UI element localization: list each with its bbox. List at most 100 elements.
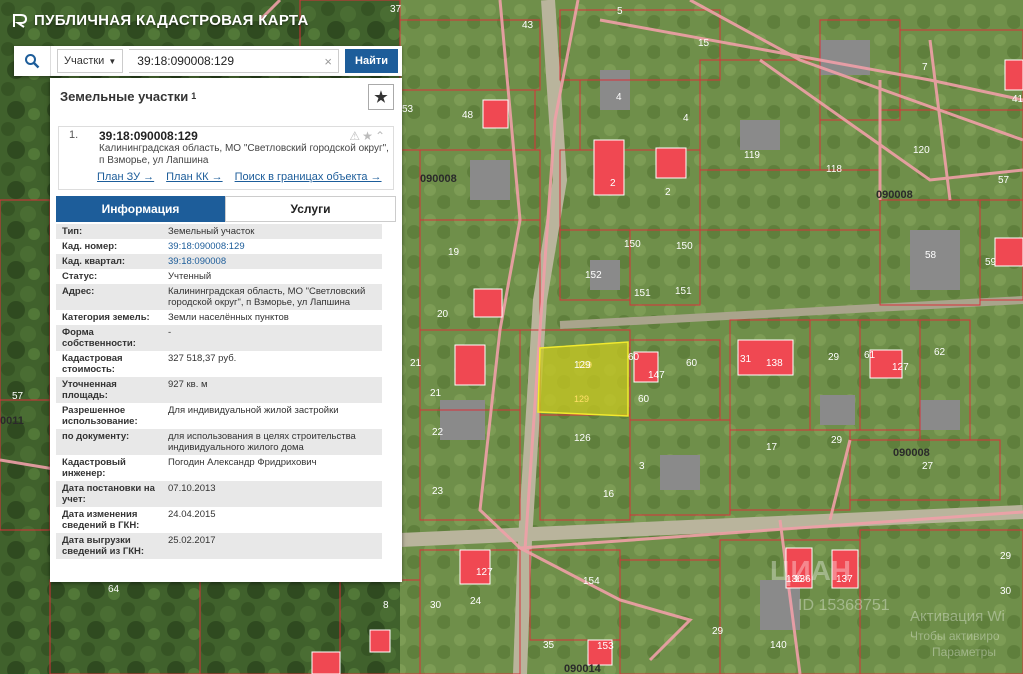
attribute-value: 927 кв. м <box>168 379 208 390</box>
attribute-key: Адрес: <box>62 286 95 297</box>
result-links: План ЗУ → План КК → Поиск в границах объ… <box>63 171 389 183</box>
parcel-label: 126 <box>574 433 591 444</box>
parcel-label: 140 <box>770 640 787 651</box>
app-title: ПУБЛИЧНАЯ КАДАСТРОВАЯ КАРТА <box>34 12 309 29</box>
plan-kk-link[interactable]: План КК → <box>166 171 222 183</box>
panel-title: Земельные участки <box>60 88 189 104</box>
object-type-value: Участки <box>64 55 105 67</box>
plan-zu-link[interactable]: План ЗУ → <box>97 171 154 183</box>
attribute-row: Кадастровая стоимость: 327 518,37 руб. <box>56 351 382 377</box>
parcel-label: 7 <box>922 62 928 73</box>
parcel-label: 21 <box>410 358 422 369</box>
attribute-row: Статус: Учтенный <box>56 269 382 284</box>
attribute-key: Дата выгрузки сведений из ГКН: <box>62 535 145 557</box>
clear-icon[interactable]: × <box>324 54 332 69</box>
parcel-label: 127 <box>892 362 909 373</box>
attribute-value: Погодин Александр Фридрихович <box>168 457 317 468</box>
attribute-value: Для индивидуальной жилой застройки <box>168 405 339 416</box>
parcel-label: 4 <box>683 113 689 124</box>
result-card[interactable]: ⚠★⌃ 1. 39:18:090008:129 Калининградская … <box>58 126 394 190</box>
parcel-label: 24 <box>470 596 482 607</box>
result-index: 1. <box>69 129 79 141</box>
parcel-label: 35 <box>543 640 555 651</box>
parcel-label: 62 <box>934 347 946 358</box>
parcel-label: 43 <box>522 20 534 31</box>
attribute-value: 07.10.2013 <box>168 483 216 494</box>
attribute-value: Калининградская область, МО "Светловский… <box>168 286 366 308</box>
favorite-star-icon[interactable]: ★ <box>368 84 394 110</box>
parcel-label: 147 <box>648 370 665 381</box>
parcel-label: 16 <box>603 489 615 500</box>
attribute-row: Категория земель: Земли населённых пункто… <box>56 310 382 325</box>
parcel-label: 53 <box>402 104 414 115</box>
os-activation-text: Активация Wi <box>910 608 1005 625</box>
attribute-key: Статус: <box>62 271 98 282</box>
parcel-label: 150 <box>624 239 641 250</box>
watermark-brand: ЦИАН <box>770 555 851 586</box>
attributes-table: Тип: Земельный участок Кад. номер: 39:18:09… <box>56 224 382 559</box>
parcel-label: 3 <box>639 461 645 472</box>
search-bar: Участки ▼ 39:18:090008:129 × Найти <box>14 46 402 76</box>
attribute-value[interactable]: 39:18:090008:129 <box>162 239 382 254</box>
parcel-label: 129 <box>574 360 591 371</box>
attribute-row: Кадастровый инженер: Погодин Александр Фр… <box>56 455 382 481</box>
parcel-label: 37 <box>390 4 402 15</box>
attribute-value: 327 518,37 руб. <box>168 353 237 364</box>
attribute-value: 24.04.2015 <box>168 509 216 520</box>
attribute-key: Разрешенное использование: <box>62 405 138 427</box>
card-action-icons[interactable]: ⚠★⌃ <box>349 129 387 143</box>
object-type-select[interactable]: Участки ▼ <box>57 49 124 73</box>
search-input[interactable]: 39:18:090008:129 × <box>129 49 340 73</box>
attribute-key: Уточненная площадь: <box>62 379 117 401</box>
parcel-label: 57 <box>12 391 24 402</box>
attribute-row: Кад. квартал: 39:18:090008 <box>56 254 382 269</box>
parcel-label: 151 <box>634 288 651 299</box>
find-button[interactable]: Найти <box>345 49 398 73</box>
parcel-label: 20 <box>437 309 449 320</box>
parcel-label: 61 <box>864 350 876 361</box>
parcel-label: 22 <box>432 427 444 438</box>
parcel-label: 41 <box>1012 94 1023 105</box>
attribute-row: Адрес: Калининградская область, МО "Светл… <box>56 284 382 310</box>
search-icon[interactable] <box>14 46 51 76</box>
parcel-label: 19 <box>448 247 460 258</box>
attribute-row: Дата выгрузки сведений из ГКН: 25.02.2017 <box>56 533 382 559</box>
panel-header: Земельные участки 1 ★ <box>50 78 402 114</box>
tab-information[interactable]: Информация <box>56 196 225 222</box>
parcel-label: 29 <box>828 352 840 363</box>
attribute-row: Кад. номер: 39:18:090008:129 <box>56 239 382 254</box>
attribute-value: Учтенный <box>168 271 212 282</box>
attribute-row: Уточненная площадь: 927 кв. м <box>56 377 382 403</box>
parcel-label: 60 <box>686 358 698 369</box>
app-header: ПУБЛИЧНАЯ КАДАСТРОВАЯ КАРТА <box>12 12 309 29</box>
parcel-label: 48 <box>462 110 474 121</box>
attribute-value: для использования в целях строительства … <box>168 431 356 453</box>
attribute-row: Дата изменения сведений в ГКН: 24.04.2015 <box>56 507 382 533</box>
parcel-label: 30 <box>1000 586 1012 597</box>
parcel-label: 57 <box>998 175 1010 186</box>
selected-parcel-label: 129 <box>574 394 589 404</box>
selected-parcel[interactable] <box>537 341 629 417</box>
attribute-key: по документу: <box>62 431 130 442</box>
search-query: 39:18:090008:129 <box>137 54 235 68</box>
attribute-value[interactable]: 39:18:090008 <box>162 254 382 269</box>
parcel-label: 120 <box>913 145 930 156</box>
parcel-label: 31 <box>740 354 752 365</box>
attribute-value: Земли населённых пунктов <box>168 312 289 323</box>
attribute-value: Земельный участок <box>168 226 255 237</box>
attribute-key: Кад. квартал: <box>62 256 126 267</box>
parcel-label: 2 <box>665 187 671 198</box>
parcel-label: 138 <box>766 358 783 369</box>
parcel-label: 29 <box>712 626 724 637</box>
parcel-label: 29 <box>831 435 843 446</box>
parcel-label: 154 <box>583 576 600 587</box>
parcel-label: 60 <box>638 394 650 405</box>
os-activation-subtext: Чтобы активиро <box>910 629 1000 643</box>
search-within-object-link[interactable]: Поиск в границах объекта → <box>235 171 382 183</box>
attribute-row: Дата постановки на учет: 07.10.2013 <box>56 481 382 507</box>
os-activation-params: Параметры <box>932 645 996 659</box>
attribute-key: Тип: <box>62 226 83 237</box>
attribute-key: Категория земель: <box>62 312 150 323</box>
attribute-value: 25.02.2017 <box>168 535 216 546</box>
tab-services[interactable]: Услуги <box>225 196 396 222</box>
